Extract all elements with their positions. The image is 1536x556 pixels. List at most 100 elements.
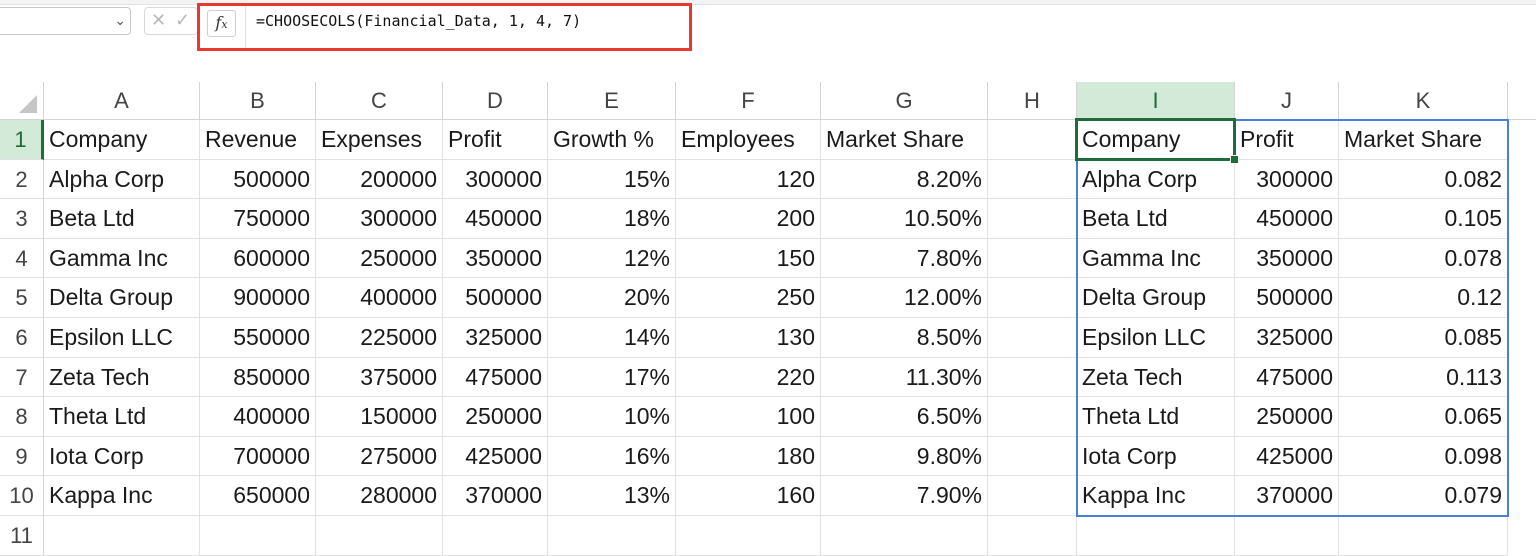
row-header-2[interactable]: 2 <box>0 159 44 200</box>
empty-cell[interactable] <box>1077 516 1235 556</box>
source-data-cell[interactable]: 850000 <box>200 357 316 398</box>
result-data-cell[interactable]: 370000 <box>1235 476 1339 516</box>
result-data-cell[interactable]: Iota Corp <box>1077 436 1235 477</box>
source-data-cell[interactable]: 500000 <box>443 278 548 318</box>
source-data-cell[interactable]: 150000 <box>316 397 443 437</box>
source-data-cell[interactable]: 550000 <box>200 318 316 358</box>
empty-cell[interactable] <box>988 397 1077 437</box>
formula-input[interactable]: =CHOOSECOLS(Financial_Data, 1, 4, 7) <box>256 12 581 30</box>
source-data-cell[interactable]: 14% <box>548 318 676 358</box>
source-data-cell[interactable]: 250000 <box>316 238 443 279</box>
result-data-cell[interactable]: 0.079 <box>1339 476 1508 516</box>
empty-cell[interactable] <box>1339 516 1508 556</box>
row-header-10[interactable]: 10 <box>0 476 44 516</box>
source-data-cell[interactable]: 250 <box>676 278 821 318</box>
source-data-cell[interactable]: Beta Ltd <box>44 199 200 239</box>
result-data-cell[interactable]: Beta Ltd <box>1077 199 1235 239</box>
column-header-h[interactable]: H <box>988 82 1077 120</box>
column-header-i[interactable]: I <box>1077 82 1235 120</box>
source-data-cell[interactable]: 275000 <box>316 436 443 477</box>
source-data-cell[interactable]: 220 <box>676 357 821 398</box>
chevron-down-icon[interactable]: ⌄ <box>114 12 126 29</box>
row-header-5[interactable]: 5 <box>0 278 44 318</box>
source-data-cell[interactable]: 600000 <box>200 238 316 279</box>
empty-cell[interactable] <box>821 516 988 556</box>
source-data-cell[interactable]: 370000 <box>443 476 548 516</box>
source-data-cell[interactable]: Theta Ltd <box>44 397 200 437</box>
source-data-cell[interactable]: 425000 <box>443 436 548 477</box>
insert-function-icon[interactable]: fx <box>207 10 236 37</box>
source-data-cell[interactable]: 8.20% <box>821 159 988 200</box>
name-box[interactable]: ⌄ <box>0 7 131 35</box>
result-data-cell[interactable]: 350000 <box>1235 238 1339 279</box>
row-header-9[interactable]: 9 <box>0 436 44 477</box>
empty-cell[interactable] <box>988 357 1077 398</box>
source-data-cell[interactable]: 150 <box>676 238 821 279</box>
result-data-cell[interactable]: Gamma Inc <box>1077 238 1235 279</box>
source-data-cell[interactable]: 180 <box>676 436 821 477</box>
source-data-cell[interactable]: 7.90% <box>821 476 988 516</box>
source-header-cell[interactable]: Profit <box>443 120 548 160</box>
source-header-cell[interactable]: Company <box>44 120 200 160</box>
empty-cell[interactable] <box>548 516 676 556</box>
source-data-cell[interactable]: 8.50% <box>821 318 988 358</box>
source-data-cell[interactable]: 500000 <box>200 159 316 200</box>
result-data-cell[interactable]: 325000 <box>1235 318 1339 358</box>
source-data-cell[interactable]: 250000 <box>443 397 548 437</box>
result-data-cell[interactable]: 0.085 <box>1339 318 1508 358</box>
column-header-c[interactable]: C <box>316 82 443 120</box>
result-data-cell[interactable]: 0.105 <box>1339 199 1508 239</box>
source-header-cell[interactable]: Expenses <box>316 120 443 160</box>
row-header-3[interactable]: 3 <box>0 199 44 239</box>
empty-cell[interactable] <box>988 516 1077 556</box>
source-data-cell[interactable]: 160 <box>676 476 821 516</box>
column-header-j[interactable]: J <box>1235 82 1339 120</box>
result-data-cell[interactable]: 0.098 <box>1339 436 1508 477</box>
column-header-k[interactable]: K <box>1339 82 1508 120</box>
source-data-cell[interactable]: 650000 <box>200 476 316 516</box>
source-data-cell[interactable]: 450000 <box>443 199 548 239</box>
source-data-cell[interactable]: 100 <box>676 397 821 437</box>
empty-cell[interactable] <box>1235 516 1339 556</box>
source-data-cell[interactable]: Iota Corp <box>44 436 200 477</box>
empty-cell[interactable] <box>988 476 1077 516</box>
select-all-button[interactable] <box>0 82 44 120</box>
source-data-cell[interactable]: Gamma Inc <box>44 238 200 279</box>
empty-cell[interactable] <box>200 516 316 556</box>
source-data-cell[interactable]: 7.80% <box>821 238 988 279</box>
result-header-cell[interactable]: Profit <box>1235 120 1339 160</box>
result-data-cell[interactable]: 450000 <box>1235 199 1339 239</box>
source-data-cell[interactable]: 17% <box>548 357 676 398</box>
empty-cell[interactable] <box>316 516 443 556</box>
source-data-cell[interactable]: 10.50% <box>821 199 988 239</box>
source-data-cell[interactable]: 280000 <box>316 476 443 516</box>
source-data-cell[interactable]: 400000 <box>200 397 316 437</box>
empty-cell[interactable] <box>988 278 1077 318</box>
source-data-cell[interactable]: 15% <box>548 159 676 200</box>
result-data-cell[interactable]: Epsilon LLC <box>1077 318 1235 358</box>
source-data-cell[interactable]: 400000 <box>316 278 443 318</box>
source-data-cell[interactable]: 225000 <box>316 318 443 358</box>
source-header-cell[interactable]: Growth % <box>548 120 676 160</box>
cancel-icon[interactable]: ✕ <box>151 10 166 31</box>
row-header-1[interactable]: 1 <box>0 120 44 160</box>
result-data-cell[interactable]: Kappa Inc <box>1077 476 1235 516</box>
result-data-cell[interactable]: 300000 <box>1235 159 1339 200</box>
source-header-cell[interactable]: Employees <box>676 120 821 160</box>
source-data-cell[interactable]: 16% <box>548 436 676 477</box>
result-data-cell[interactable]: Theta Ltd <box>1077 397 1235 437</box>
result-data-cell[interactable]: Alpha Corp <box>1077 159 1235 200</box>
column-header-overflow[interactable] <box>1508 82 1536 120</box>
source-header-cell[interactable]: Revenue <box>200 120 316 160</box>
source-data-cell[interactable]: 700000 <box>200 436 316 477</box>
source-data-cell[interactable]: 300000 <box>316 199 443 239</box>
result-data-cell[interactable]: 0.12 <box>1339 278 1508 318</box>
empty-cell[interactable] <box>988 436 1077 477</box>
source-data-cell[interactable]: 300000 <box>443 159 548 200</box>
row-header-8[interactable]: 8 <box>0 397 44 437</box>
source-data-cell[interactable]: 375000 <box>316 357 443 398</box>
result-data-cell[interactable]: 250000 <box>1235 397 1339 437</box>
empty-cell[interactable] <box>443 516 548 556</box>
row-header-4[interactable]: 4 <box>0 238 44 279</box>
source-data-cell[interactable]: 200 <box>676 199 821 239</box>
